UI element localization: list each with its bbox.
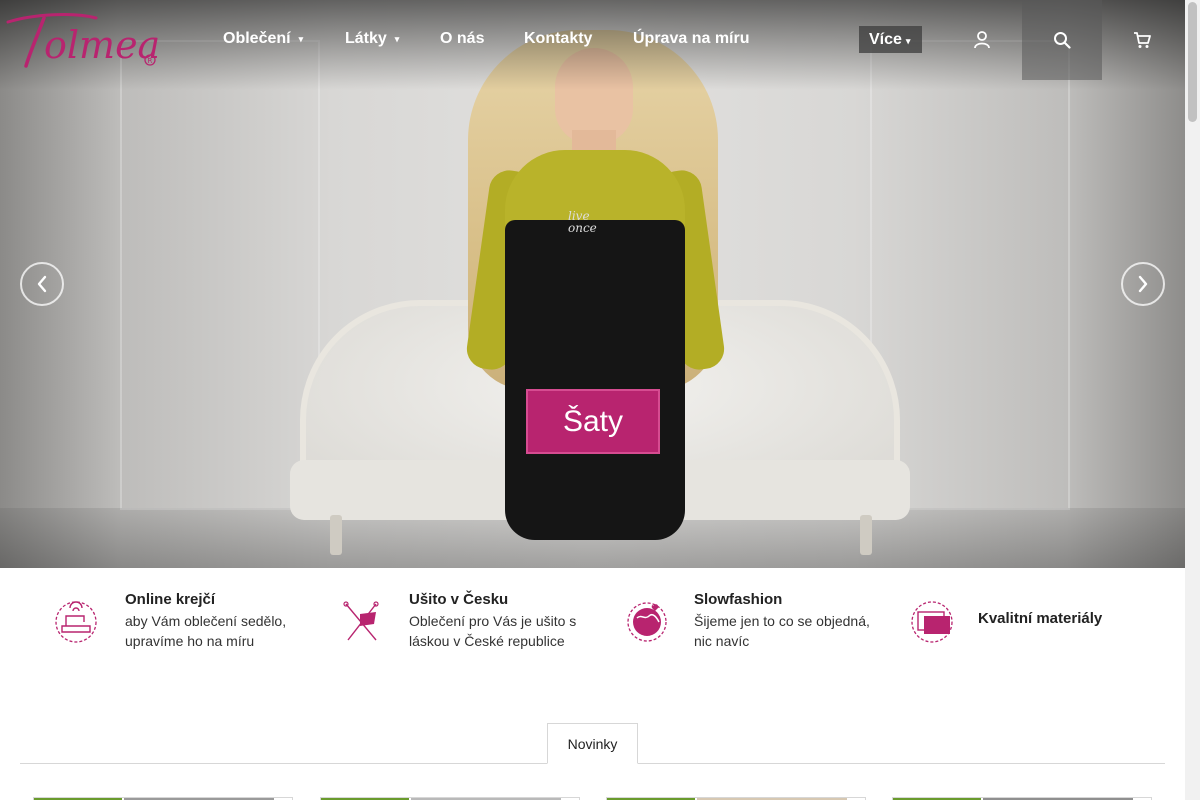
chevron-right-icon [1138,275,1148,293]
nav-label: O nás [440,30,485,47]
chevron-left-icon [37,275,47,293]
nav-item-uprava[interactable]: Úprava na míru [633,30,749,48]
chevron-down-icon: ▾ [905,36,911,46]
more-label: Více [869,31,902,48]
flag-icon [343,601,379,641]
dress-print-line: once [568,221,597,235]
sewing-machine-icon [55,601,97,643]
nav-label: Úprava na míru [633,30,750,47]
feature-title: Online krejčí [125,591,216,608]
nav-label: Oblečení [223,30,291,47]
nav-item-latky[interactable]: Látky ▾ [345,30,399,48]
dress-print: live once [568,210,597,234]
nav-item-o-nas[interactable]: O nás [440,30,484,48]
logo-text: olmea [44,23,158,67]
svg-text:R: R [148,57,153,65]
scrollbar[interactable] [1185,0,1200,800]
wall-panel [120,40,320,510]
feature-usito-v-cesku: Ušito v Česku Oblečení pro Vás je ušito … [338,590,598,650]
feature-slowfashion: Slowfashion Šijeme jen to co se objedná,… [623,590,883,650]
nav-item-kontakty[interactable]: Kontakty [524,30,592,48]
feature-desc: Oblečení pro Vás je ušito s láskou v Čes… [409,613,577,649]
nav-item-obleceni[interactable]: Oblečení ▾ [223,30,303,48]
globe-heart-icon [627,602,667,642]
nav-label: Kontakty [524,30,593,47]
sofa-leg [860,515,872,555]
fabric-icon [911,601,953,643]
slider-next-button[interactable] [1121,262,1165,306]
feature-kvalitni-materialy: Kvalitní materiály [908,590,1168,650]
feature-desc: aby Vám oblečení sedělo, upravíme ho na … [125,613,287,649]
slider-prev-button[interactable] [20,262,64,306]
chevron-down-icon: ▾ [298,34,304,44]
cart-icon[interactable] [1102,0,1182,80]
hero-slider: live once [0,0,1185,568]
nav-label: Látky [345,30,387,47]
page: live once olmea R Oblečení ▾ Látky ▾ O nás… [0,0,1200,800]
wall-panel [870,40,1070,510]
feature-desc: Šijeme jen to co se objedná, nic navíc [694,613,870,649]
chevron-down-icon: ▾ [394,34,400,44]
more-menu-button[interactable]: Více ▾ [859,26,922,53]
sofa-leg [330,515,342,555]
feature-title: Slowfashion [694,591,783,608]
tab-novinky[interactable]: Novinky [547,723,638,764]
search-icon[interactable] [1022,0,1102,80]
logo[interactable]: olmea R [4,8,160,72]
feature-online-krejci: Online krejčí aby Vám oblečení sedělo, u… [52,590,312,650]
logo-mark: olmea R [6,13,160,68]
feature-title: Ušito v Česku [409,591,509,608]
scrollbar-thumb[interactable] [1188,2,1197,122]
hero-cta-button[interactable]: Šaty [526,389,660,454]
dress-bottom [505,220,685,540]
feature-title: Kvalitní materiály [978,610,1103,627]
user-icon[interactable] [942,0,1022,80]
